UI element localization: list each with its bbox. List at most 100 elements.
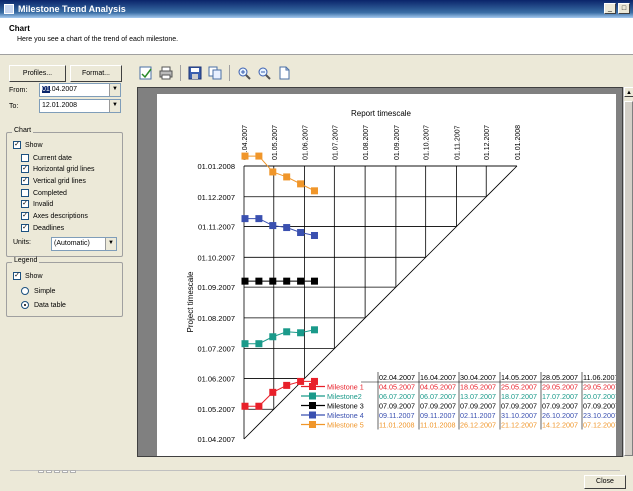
checkbox-vertical-grid[interactable]: ✓ Vertical grid lines	[21, 177, 86, 185]
zoom-out-icon[interactable]	[256, 65, 272, 81]
table-cell: 25.05.2007	[501, 383, 537, 392]
page-icon[interactable]	[276, 65, 292, 81]
chevron-down-icon[interactable]: ▼	[109, 100, 120, 112]
table-cell: 07.09.2007	[542, 402, 578, 411]
units-value: (Automatic)	[54, 240, 90, 247]
save-icon[interactable]	[187, 65, 203, 81]
checkbox-current-date[interactable]: Current date	[21, 154, 72, 162]
print-icon[interactable]	[158, 65, 174, 81]
table-header-cell: 30.04.2007	[460, 373, 496, 382]
legend-swatch-marker	[309, 383, 316, 390]
table-cell: 06.07.2007	[379, 392, 415, 401]
x-tick-label: 01.09.2007	[394, 125, 401, 160]
checkbox-show-chart[interactable]: ✓ Show	[13, 141, 43, 149]
table-cell: 11.01.2008	[379, 421, 414, 430]
scroll-thumb[interactable]	[624, 101, 633, 456]
data-point	[255, 215, 263, 223]
checkbox-axes-descriptions[interactable]: ✓ Axes descriptions	[21, 212, 88, 220]
checkbox-invalid[interactable]: ✓ Invalid	[21, 200, 53, 208]
options-panel: Profiles... Format... From: 01.04.2007 ▼…	[0, 55, 133, 458]
data-point	[310, 231, 318, 239]
table-cell: 09.11.2007	[379, 411, 414, 420]
checkbox-horizontal-grid[interactable]: ✓ Horizontal grid lines	[21, 165, 94, 173]
data-point	[241, 152, 249, 160]
app-icon	[4, 4, 14, 14]
data-point	[310, 187, 318, 195]
legend-series-name: Milestone2	[327, 392, 362, 401]
y-tick-label: 01.08.2007	[197, 314, 235, 323]
maximize-button[interactable]: □	[618, 3, 630, 14]
data-point	[241, 277, 249, 285]
x-tick-label: 01.01.2008	[515, 125, 522, 160]
legend-series-name: Milestone 3	[327, 402, 364, 411]
checkbox-box: ✓	[21, 177, 29, 185]
chart-viewport[interactable]: Report timescale Project timescale 01.04.2…	[137, 87, 623, 457]
data-point	[269, 222, 277, 230]
radio-data-table[interactable]: Data table	[21, 301, 66, 309]
table-header-cell: 16.04.2007	[420, 373, 456, 382]
x-tick-label: 01.08.2007	[363, 125, 370, 160]
to-date-picker[interactable]: 12.01.2008 ▼	[39, 99, 121, 113]
data-point	[269, 277, 277, 285]
radio-simple[interactable]: Simple	[21, 287, 55, 295]
y-tick-label: 01.11.2007	[198, 223, 235, 232]
data-point	[297, 229, 305, 237]
footer: Close	[0, 458, 633, 491]
zoom-in-icon[interactable]	[236, 65, 252, 81]
units-select[interactable]: (Automatic) ▼	[51, 237, 117, 251]
to-date-value: 12.01.2008	[42, 102, 78, 109]
chevron-down-icon[interactable]: ▼	[105, 238, 116, 250]
data-point	[283, 381, 291, 389]
copy-icon[interactable]	[207, 65, 223, 81]
chevron-down-icon[interactable]: ▼	[109, 84, 120, 96]
minimize-button[interactable]: _	[604, 3, 616, 14]
data-point	[283, 328, 291, 336]
data-point	[269, 168, 277, 176]
legend-series-name: Milestone 1	[327, 383, 364, 392]
data-point	[241, 340, 249, 348]
from-label: From:	[9, 87, 28, 94]
chart-group-title: Chart	[12, 127, 34, 134]
checkbox-box: ✓	[21, 224, 29, 232]
table-cell: 31.10.2007	[501, 411, 537, 420]
data-point	[269, 388, 277, 396]
legend-swatch-marker	[309, 411, 316, 419]
vertical-scrollbar[interactable]: ▲	[623, 87, 633, 457]
from-date-rest: .04.2007	[49, 86, 78, 93]
checkbox-completed[interactable]: Completed	[21, 189, 67, 197]
legend-swatch-marker	[309, 392, 316, 400]
x-tick-label: 01.11.2007	[454, 125, 461, 160]
edit-icon[interactable]	[138, 65, 154, 81]
table-cell: 07.09.2007	[501, 402, 537, 411]
table-cell: 18.07.2007	[501, 392, 537, 401]
checkbox-deadlines[interactable]: ✓ Deadlines	[21, 224, 64, 232]
data-point	[255, 152, 263, 160]
data-point	[297, 377, 305, 385]
table-cell: 07.09.2007	[379, 402, 415, 411]
y-tick-label: 01.07.2007	[197, 345, 235, 354]
legend-series-name: Milestone 4	[327, 411, 364, 420]
data-point	[255, 340, 263, 348]
close-button[interactable]: Close	[584, 475, 626, 489]
page-header: Chart Here you see a chart of the trend …	[0, 18, 633, 55]
x-tick-label: 01.10.2007	[424, 125, 431, 160]
y-tick-label: 01.12.2007	[197, 193, 235, 202]
y-tick-label: 01.06.2007	[197, 374, 235, 383]
legend-group-title: Legend	[12, 257, 40, 264]
x-tick-label: 01.05.2007	[272, 125, 279, 160]
from-date-picker[interactable]: 01.04.2007 ▼	[39, 83, 121, 97]
table-cell: 17.07.2007	[542, 392, 578, 401]
x-axis-title: Report timescale	[351, 109, 412, 118]
data-point	[255, 277, 263, 285]
checkbox-show-legend[interactable]: ✓ Show	[13, 272, 43, 280]
table-cell: 07.09.2007	[583, 402, 616, 411]
table-cell: 20.07.2007	[583, 392, 616, 401]
profiles-button[interactable]: Profiles...	[9, 65, 66, 82]
format-button[interactable]: Format...	[70, 65, 122, 82]
scroll-up-button[interactable]: ▲	[624, 87, 633, 97]
y-tick-label: 01.04.2007	[197, 435, 235, 444]
data-point	[283, 224, 291, 232]
data-point	[297, 180, 305, 188]
legend-options-group: Legend ✓ Show Simple Data table	[6, 257, 123, 317]
y-tick-label: 01.10.2007	[197, 253, 235, 262]
